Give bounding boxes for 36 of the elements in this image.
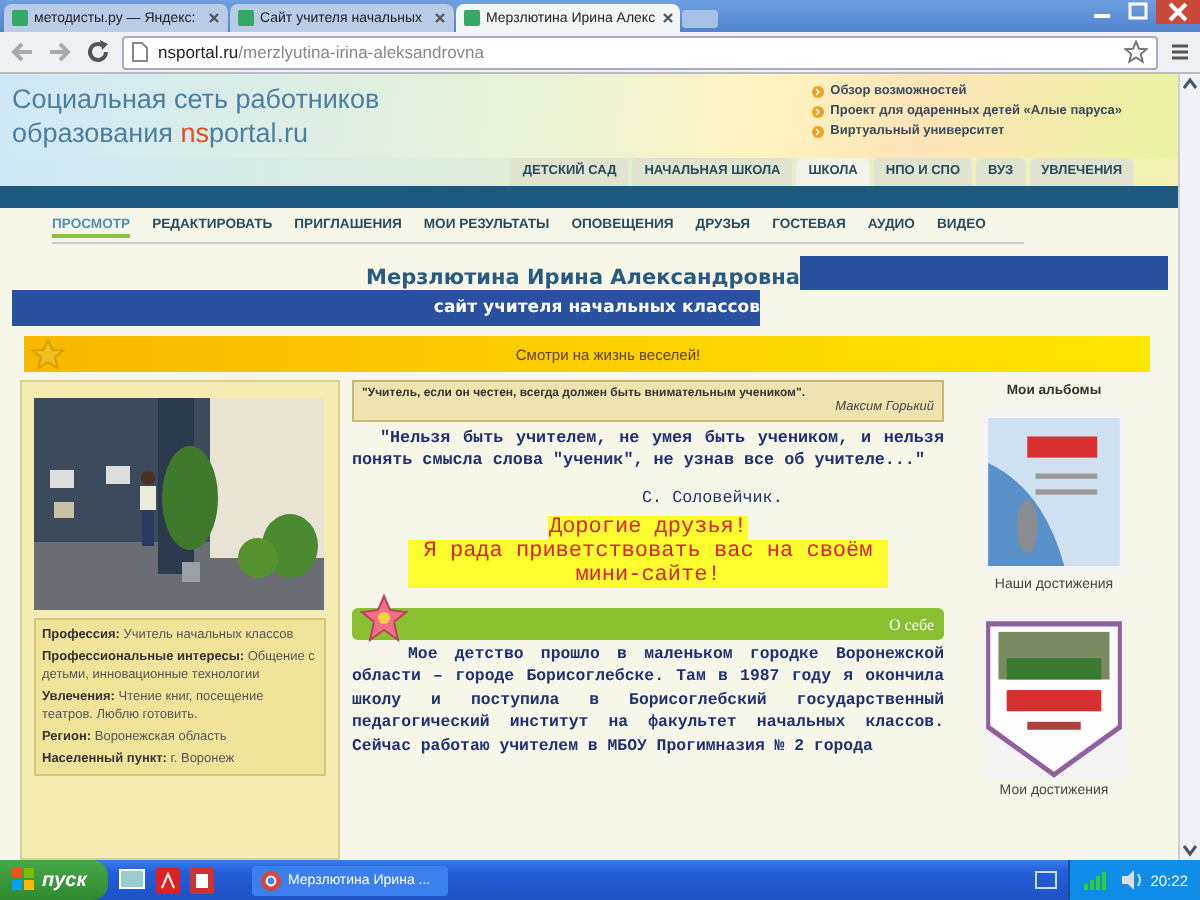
flower-icon	[360, 594, 408, 642]
epigraph-text: "Нельзя быть учителем, не умея быть учеником, и нельзя понять смысла слова "ученик", не узнав все об учителе..."	[352, 428, 944, 472]
logo-text: образования nsportal.ru	[12, 116, 311, 150]
menu-icon[interactable]	[1168, 40, 1192, 64]
star-icon	[30, 338, 66, 370]
favicon-icon	[464, 10, 480, 26]
reload-icon[interactable]	[84, 38, 112, 66]
pdf-icon[interactable]	[156, 867, 180, 893]
app-icon[interactable]	[190, 867, 214, 893]
bullet-icon	[812, 106, 825, 118]
bullet-icon	[812, 86, 825, 98]
scroll-down-icon[interactable]	[1180, 840, 1200, 860]
bullet-icon	[812, 126, 825, 138]
windows-logo-icon	[12, 868, 36, 892]
greeting-text: Дорогие друзья!	[548, 516, 748, 540]
site-subtitle: сайт учителя начальных классов	[12, 290, 760, 326]
scrollbar[interactable]	[1178, 74, 1200, 860]
browser-icon	[260, 869, 282, 891]
favicon-icon	[12, 10, 28, 26]
about-text: Мое детство прошло в маленьком городке Воронежской области – городе Борисоглебске. Там в 1987 году я окончила школу и поступила в Борисоглебский государственный педагогический институт на факультет начальных классов. Сейчас работаю учителем в МБОУ Прогимназия № 2 города	[352, 644, 944, 759]
close-icon[interactable]	[434, 12, 446, 24]
address-field[interactable]: nsportal.ru/merzlyutina-irina-aleksandrovna	[122, 35, 1158, 69]
favicon-icon	[238, 10, 254, 26]
star-icon[interactable]	[1124, 40, 1148, 64]
close-icon[interactable]	[208, 12, 220, 24]
logo-text: Социальная сеть работников	[12, 82, 380, 116]
greeting-text: Я рада приветствовать вас на своём мини-сайте!	[408, 540, 888, 588]
start-button[interactable]: пуск	[0, 860, 108, 900]
profile-name: Мерзлютина Ирина Александровна	[366, 266, 801, 290]
page-icon	[132, 42, 148, 62]
volume-icon[interactable]	[1120, 868, 1145, 892]
close-icon[interactable]	[661, 12, 674, 24]
epigraph-author: С. Соловейчик.	[642, 488, 785, 508]
scroll-up-icon[interactable]	[1180, 74, 1200, 94]
close-icon[interactable]	[1156, 0, 1200, 24]
desktop-icon[interactable]	[118, 868, 146, 892]
